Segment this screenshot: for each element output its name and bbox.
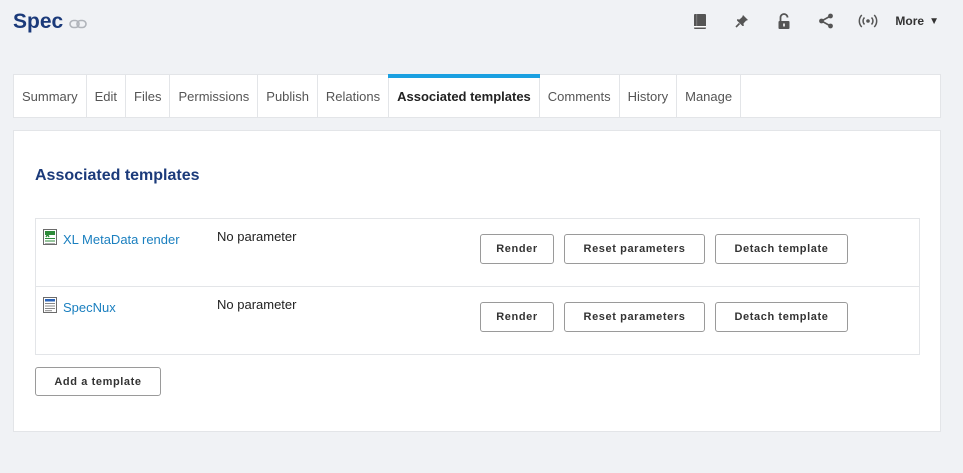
more-menu-button[interactable]: More ▼ <box>895 8 939 34</box>
share-icon[interactable] <box>805 8 847 34</box>
tab-summary[interactable]: Summary <box>14 75 87 117</box>
table-row: XL MetaData render No parameter Render R… <box>36 219 919 287</box>
templates-table: XL MetaData render No parameter Render R… <box>35 218 920 355</box>
link-icon[interactable] <box>69 19 88 29</box>
template-parameter: No parameter <box>217 297 297 312</box>
tab-manage[interactable]: Manage <box>677 75 742 117</box>
tab-label: Comments <box>547 88 611 104</box>
tab-label: Summary <box>22 88 78 104</box>
tab-comments[interactable]: Comments <box>540 75 620 117</box>
tab-edit[interactable]: Edit <box>87 75 127 117</box>
spreadsheet-icon <box>43 229 57 250</box>
tab-label: Publish <box>266 88 309 104</box>
reset-parameters-button[interactable]: Reset parameters <box>564 234 705 264</box>
add-template-button[interactable]: Add a template <box>35 367 161 396</box>
tab-associated-templates[interactable]: Associated templates <box>388 74 540 117</box>
pin-icon[interactable] <box>721 8 763 34</box>
page-title-text: Spec <box>13 10 64 33</box>
template-name-link[interactable]: XL MetaData render <box>63 232 180 247</box>
associated-templates-panel: Associated templates XL MetaData render … <box>13 130 941 432</box>
tab-label: Manage <box>685 88 733 104</box>
tab-history[interactable]: History <box>620 75 678 117</box>
render-button[interactable]: Render <box>480 234 554 264</box>
template-parameter: No parameter <box>217 229 297 244</box>
document-icon <box>43 297 57 318</box>
tab-publish[interactable]: Publish <box>258 75 318 117</box>
tab-relations[interactable]: Relations <box>318 75 390 117</box>
section-title: Associated templates <box>35 167 200 184</box>
detach-template-button[interactable]: Detach template <box>715 302 848 332</box>
broadcast-icon[interactable] <box>847 8 889 34</box>
tab-label: Associated templates <box>397 88 531 104</box>
tab-label: Relations <box>325 88 381 104</box>
book-icon[interactable] <box>679 8 721 34</box>
table-row: SpecNux No parameter Render Reset parame… <box>36 287 919 355</box>
detach-template-button[interactable]: Detach template <box>715 234 848 264</box>
tab-label: Files <box>134 88 162 104</box>
template-name-link[interactable]: SpecNux <box>63 300 116 315</box>
page-title: Spec <box>13 10 88 34</box>
tab-bar: Summary Edit Files Permissions Publish R… <box>13 74 941 118</box>
tab-permissions[interactable]: Permissions <box>170 75 259 117</box>
chevron-down-icon: ▼ <box>929 15 939 27</box>
reset-parameters-button[interactable]: Reset parameters <box>564 302 705 332</box>
header-actions: More ▼ <box>679 8 939 34</box>
render-button[interactable]: Render <box>480 302 554 332</box>
tab-files[interactable]: Files <box>126 75 171 117</box>
unlock-icon[interactable] <box>763 8 805 34</box>
tab-label: History <box>627 88 669 104</box>
page-header: Spec More ▼ <box>0 0 963 60</box>
tab-label: Edit <box>94 88 118 104</box>
tab-label: Permissions <box>178 88 250 104</box>
more-label: More <box>895 14 925 28</box>
